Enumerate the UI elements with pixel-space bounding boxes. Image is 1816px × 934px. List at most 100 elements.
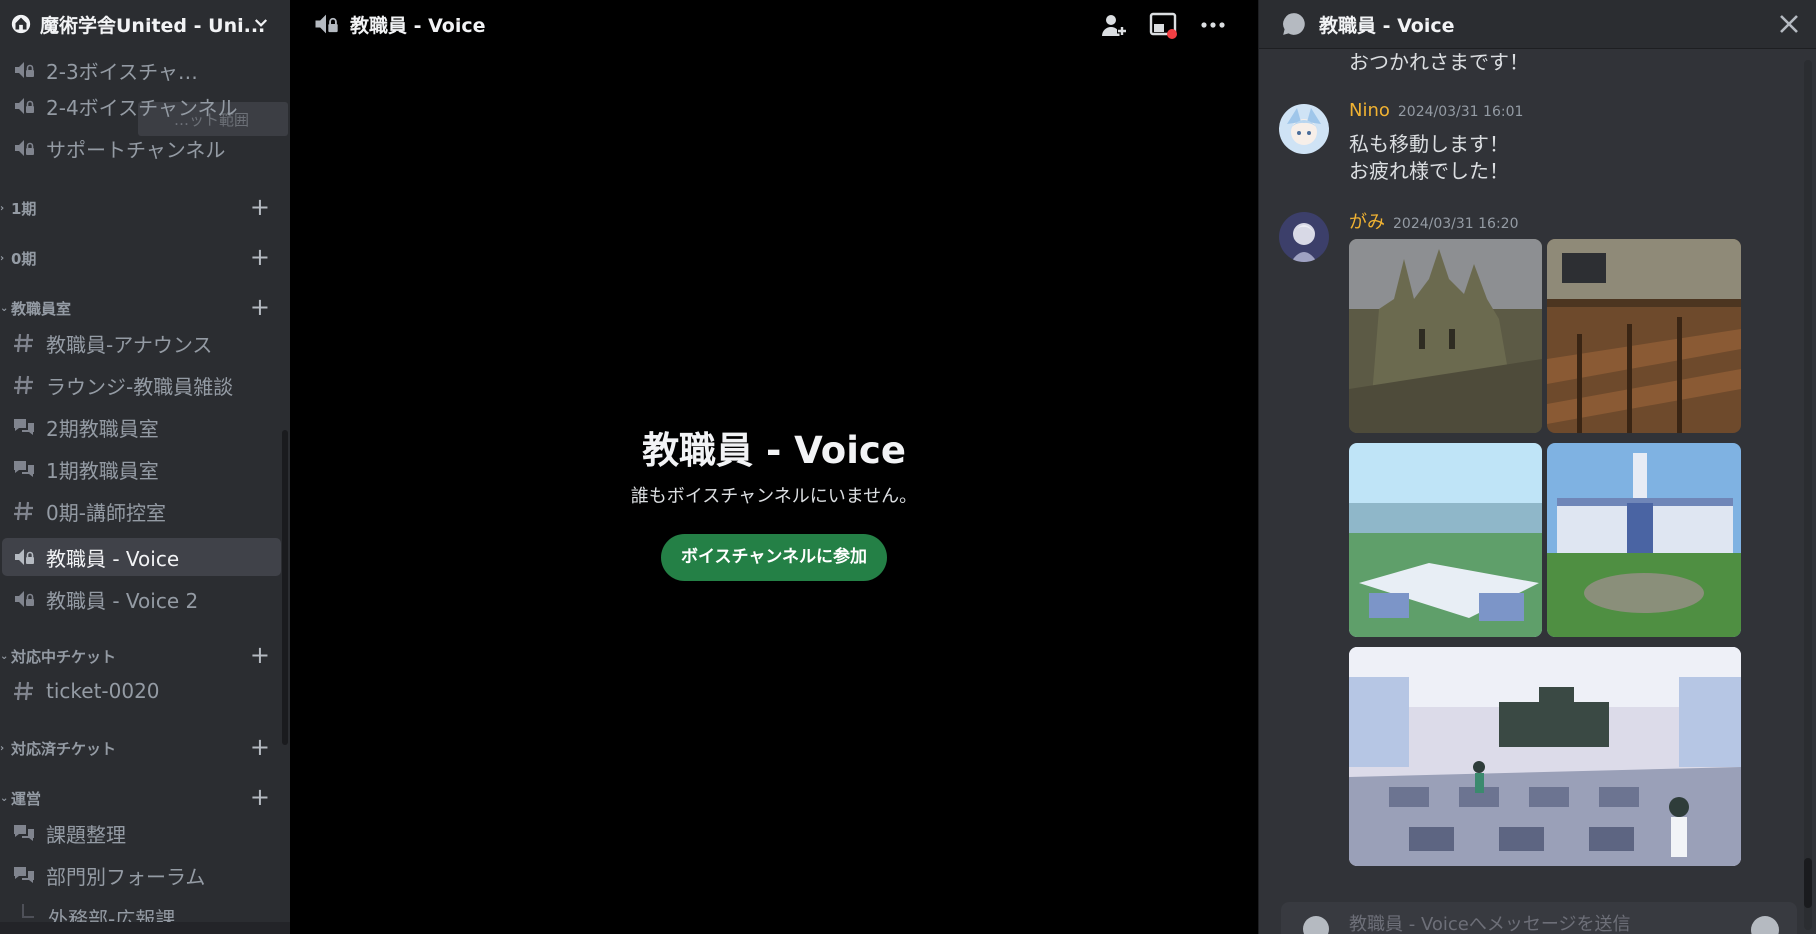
caret-right-icon: › (0, 742, 5, 754)
chat-title: 教職員 - Voice (1319, 14, 1455, 37)
category-operations[interactable]: ⌄ 運営 + (0, 785, 290, 810)
sidebar-item-2ki-staff[interactable]: 2期教職員室 (2, 408, 281, 446)
caret-right-icon: › (0, 202, 5, 214)
category-label: 0期 (11, 249, 37, 268)
channel-label: 課題整理 (46, 822, 126, 847)
category-staff-room[interactable]: ⌄ 教職員室 + (0, 295, 290, 320)
attachment-image[interactable] (1349, 647, 1741, 866)
voice-locked-icon (15, 549, 34, 565)
add-person-icon[interactable] (1098, 10, 1128, 40)
previous-message-text: おつかれさまです！ (1349, 50, 1529, 74)
category-label: 教職員室 (11, 299, 72, 318)
username[interactable]: Nino (1349, 100, 1390, 121)
more-options-icon[interactable] (1198, 10, 1228, 40)
message-author[interactable]: Nino 2024/03/31 16:01 (1349, 100, 1523, 121)
caret-right-icon: › (0, 252, 5, 264)
emoji-icon[interactable] (1751, 916, 1779, 934)
category-1ki[interactable]: › 1期 + (0, 195, 290, 220)
text-channel-icon (14, 375, 33, 395)
voice-locked-icon (315, 14, 338, 34)
sidebar-item-support[interactable]: サポートチャンネル (2, 129, 281, 167)
category-open-tickets[interactable]: ⌄ 対応中チケット + (0, 643, 290, 668)
sidebar-item-staff-voice[interactable]: 教職員 - Voice (2, 538, 281, 576)
popout-chat-icon[interactable] (1148, 10, 1178, 40)
timestamp: 2024/03/31 16:20 (1393, 216, 1519, 232)
close-icon[interactable] (1777, 12, 1801, 36)
message-input[interactable] (1349, 912, 1729, 934)
server-name: 魔術学舎United - Uni... (40, 14, 266, 37)
add-channel-icon[interactable]: + (250, 785, 270, 809)
sidebar-scrollbar[interactable] (282, 430, 288, 745)
attachment-image[interactable] (1547, 443, 1741, 637)
sidebar-item-voice-2-3[interactable]: 2-3ボイスチャ… (2, 51, 281, 89)
voice-text-chat: 教職員 - Voice おつかれさまです！ Nino 2024/03/31 16:… (1258, 0, 1816, 934)
caret-down-icon: ⌄ (0, 650, 9, 662)
channel-sidebar: 魔術学舎United - Uni... 2-3ボイスチャ… …ット範囲 2-4ボ… (0, 0, 290, 934)
channel-label: 部門別フォーラム (46, 864, 206, 889)
message-author[interactable]: がみ 2024/03/31 16:20 (1349, 208, 1519, 234)
caret-down-icon: ⌄ (0, 792, 9, 804)
sidebar-item-task-sort[interactable]: 課題整理 (2, 814, 281, 852)
avatar[interactable] (1279, 212, 1329, 262)
channel-label: 2-3ボイスチャ… (46, 59, 198, 84)
add-attachment-icon[interactable] (1303, 916, 1329, 934)
category-label: 対応済チケット (11, 739, 117, 758)
attachment-image[interactable] (1349, 443, 1542, 637)
username[interactable]: がみ (1349, 212, 1385, 233)
sidebar-item-voice-2-4[interactable]: 2-4ボイスチャンネル (2, 87, 281, 125)
channel-label: 0期-講師控室 (46, 500, 166, 525)
forum-icon (14, 419, 34, 435)
server-header[interactable]: 魔術学舎United - Uni... (0, 0, 290, 48)
sidebar-item-0ki-lecturer[interactable]: 0期-講師控室 (2, 492, 281, 530)
chat-scrollbar[interactable] (1804, 60, 1812, 930)
voice-topbar: 教職員 - Voice (290, 0, 1258, 48)
chevron-down-icon[interactable] (252, 14, 270, 32)
voice-locked-icon (15, 62, 34, 78)
sidebar-item-staff-voice-2[interactable]: 教職員 - Voice 2 (2, 580, 281, 618)
category-label: 1期 (11, 199, 37, 218)
join-voice-button[interactable]: ボイスチャンネルに参加 (661, 534, 887, 581)
sidebar-item-dept-forum[interactable]: 部門別フォーラム (2, 856, 281, 894)
add-channel-icon[interactable]: + (250, 735, 270, 759)
add-channel-icon[interactable]: + (250, 195, 270, 219)
server-icon (11, 14, 31, 34)
chat-bubble-icon (1283, 13, 1305, 35)
caret-down-icon: ⌄ (0, 302, 9, 314)
sidebar-item-1ki-staff[interactable]: 1期教職員室 (2, 450, 281, 488)
attachment-image[interactable] (1547, 239, 1741, 433)
voice-main-area: 教職員 - Voice 教職員 - Voice 誰もボイスチャンネルにいません。… (290, 0, 1258, 934)
message-composer (1281, 902, 1797, 934)
forum-icon (14, 867, 34, 883)
channel-label: 2-4ボイスチャンネル (46, 95, 238, 120)
category-0ki[interactable]: › 0期 + (0, 245, 290, 270)
channel-label: 教職員 - Voice (46, 546, 180, 571)
attachment-image[interactable] (1349, 239, 1542, 433)
channel-label: 1期教職員室 (46, 458, 159, 483)
text-channel-icon (14, 681, 33, 701)
text-channel-icon (14, 501, 33, 521)
forum-icon (14, 825, 34, 841)
voice-locked-icon (15, 98, 34, 114)
category-closed-tickets[interactable]: › 対応済チケット + (0, 735, 290, 760)
timestamp: 2024/03/31 16:01 (1397, 104, 1524, 120)
message-line: お疲れ様でした！ (1349, 159, 1509, 183)
empty-voice-state: 教職員 - Voice 誰もボイスチャンネルにいません。 ボイスチャンネルに参加 (290, 420, 1258, 581)
text-channel-icon (14, 333, 33, 353)
voice-locked-icon (15, 140, 34, 156)
channel-label: サポートチャンネル (46, 137, 226, 162)
thread-connector-icon (22, 904, 34, 918)
sidebar-item-staff-announce[interactable]: 教職員-アナウンス (2, 324, 281, 362)
channel-label: ticket-0020 (46, 679, 160, 703)
add-channel-icon[interactable]: + (250, 245, 270, 269)
add-channel-icon[interactable]: + (250, 643, 270, 667)
chat-scroll-thumb[interactable] (1804, 858, 1812, 908)
sidebar-footer (0, 922, 290, 934)
empty-subtitle: 誰もボイスチャンネルにいません。 (630, 486, 918, 507)
category-label: 運営 (11, 789, 42, 808)
forum-icon (14, 461, 34, 477)
add-channel-icon[interactable]: + (250, 295, 270, 319)
avatar[interactable] (1279, 104, 1329, 154)
sidebar-item-staff-lounge[interactable]: ラウンジ-教職員雑談 (2, 366, 281, 404)
channel-title: 教職員 - Voice (350, 14, 486, 37)
sidebar-item-ticket-0020[interactable]: ticket-0020 (2, 672, 281, 710)
